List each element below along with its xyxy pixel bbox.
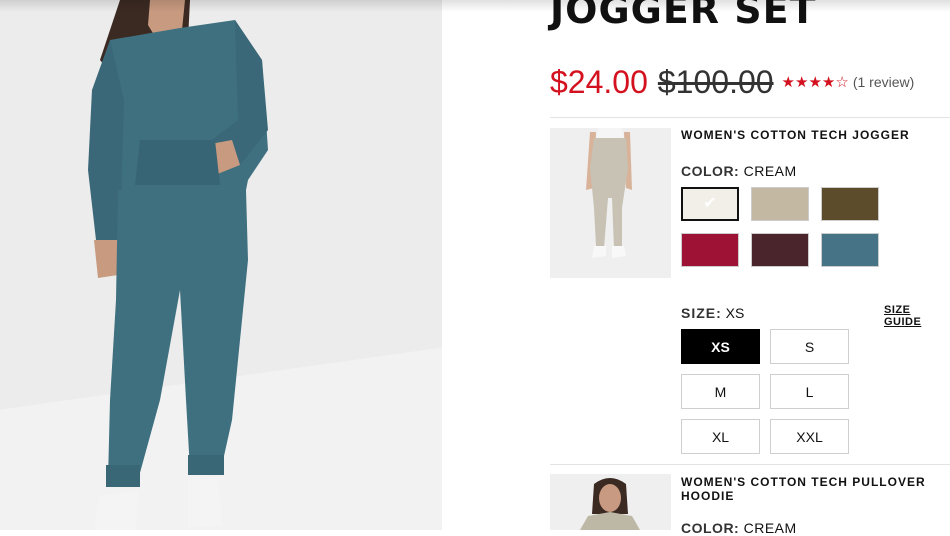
divider xyxy=(550,117,950,118)
header-shadow xyxy=(0,0,950,12)
item-name-jogger: WOMEN'S COTTON TECH JOGGER xyxy=(681,128,910,142)
star-icon: ★ xyxy=(795,74,809,91)
star-outline-icon: ☆ xyxy=(835,74,849,91)
size-value: XS xyxy=(725,305,745,321)
model-illustration xyxy=(88,0,268,530)
swatch-cream[interactable]: ✔ xyxy=(681,187,739,221)
star-icon: ★ xyxy=(821,74,836,91)
main-product-image[interactable] xyxy=(0,0,442,530)
jogger-thumbnail[interactable] xyxy=(550,128,671,278)
color-label-hoodie: COLOR: CREAM xyxy=(681,520,797,536)
check-icon: ✔ xyxy=(703,195,717,212)
color-key: COLOR: xyxy=(681,520,740,536)
swatch-red[interactable] xyxy=(681,233,739,267)
review-count-link[interactable]: (1 review) xyxy=(853,74,914,90)
size-option-m[interactable]: M xyxy=(681,374,760,409)
star-rating[interactable]: ★ ★ ★ ★ ☆ xyxy=(782,73,849,91)
original-price: $100.00 xyxy=(657,63,774,100)
size-option-xs[interactable]: XS xyxy=(681,329,760,364)
divider xyxy=(550,464,950,465)
color-value: CREAM xyxy=(743,163,797,179)
star-icon: ★ xyxy=(808,74,822,91)
color-label: COLOR: CREAM xyxy=(681,163,797,179)
jogger-model-illustration xyxy=(550,128,671,278)
size-option-s[interactable]: S xyxy=(770,329,849,364)
hoodie-model-illustration xyxy=(550,474,671,530)
size-guide-link[interactable]: SIZE GUIDE xyxy=(884,304,950,328)
color-value: CREAM xyxy=(743,520,797,536)
color-key: COLOR: xyxy=(681,163,740,179)
size-option-l[interactable]: L xyxy=(770,374,849,409)
swatch-teal[interactable] xyxy=(821,233,879,267)
swatch-olive[interactable] xyxy=(821,187,879,221)
hoodie-thumbnail[interactable] xyxy=(550,474,671,530)
price-row: $24.00 $100.00 ★ ★ ★ ★ ☆ (1 review) xyxy=(550,62,914,102)
swatch-burgundy[interactable] xyxy=(751,233,809,267)
sale-price: $24.00 xyxy=(550,63,648,100)
item-name-hoodie: WOMEN'S COTTON TECH PULLOVER HOODIE xyxy=(681,475,926,503)
size-key: SIZE: xyxy=(681,305,722,321)
star-icon: ★ xyxy=(781,74,795,91)
swatch-taupe[interactable] xyxy=(751,187,809,221)
size-label: SIZE: XS xyxy=(681,305,744,321)
size-option-xl[interactable]: XL xyxy=(681,419,760,454)
size-option-xxl[interactable]: XXL xyxy=(770,419,849,454)
